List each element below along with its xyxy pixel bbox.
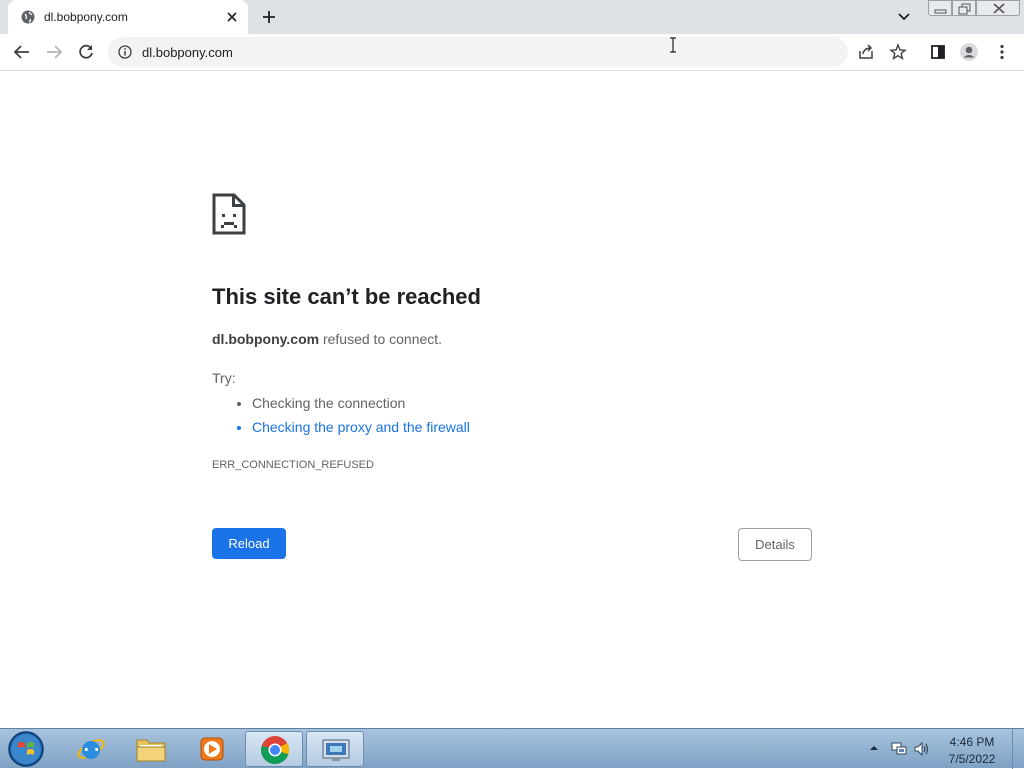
error-message: dl.bobpony.com refused to connect. — [212, 331, 442, 347]
folder-icon — [136, 739, 166, 762]
text-cursor-icon — [670, 37, 676, 53]
sad-page-icon — [212, 193, 246, 235]
suggestion-check-proxy-link[interactable]: Checking the proxy and the firewall — [252, 417, 470, 441]
taskbar-internet-explorer[interactable] — [62, 731, 120, 767]
globe-icon — [21, 10, 35, 24]
info-icon[interactable] — [118, 45, 132, 59]
taskbar-file-explorer[interactable] — [122, 731, 180, 767]
suggestion-list: Checking the connection Checking the pro… — [212, 393, 470, 441]
taskbar-chrome[interactable] — [245, 731, 303, 767]
clock-date[interactable]: 7/5/2022 — [940, 752, 1004, 766]
media-player-icon — [200, 737, 224, 761]
tray-expand-icon[interactable] — [869, 743, 879, 753]
network-icon[interactable] — [890, 741, 908, 757]
minimize-button[interactable] — [928, 0, 952, 16]
internet-explorer-icon — [77, 739, 105, 759]
taskbar: 4:46 PM 7/5/2022 — [0, 728, 1024, 769]
reload-button[interactable]: Reload — [212, 528, 286, 559]
taskbar-remote-desktop[interactable] — [306, 731, 364, 767]
taskbar-media-player[interactable] — [183, 731, 241, 767]
new-tab-plus-icon[interactable] — [260, 8, 278, 26]
volume-icon[interactable] — [913, 741, 931, 757]
side-panel-icon[interactable] — [928, 42, 948, 62]
url-text: dl.bobpony.com — [142, 45, 233, 60]
chevron-down-icon[interactable] — [896, 10, 912, 24]
details-button[interactable]: Details — [738, 528, 812, 561]
browser-tab[interactable]: dl.bobpony.com — [8, 0, 248, 34]
close-window-button[interactable] — [976, 0, 1020, 16]
restore-button[interactable] — [952, 0, 976, 16]
reload-icon[interactable] — [76, 42, 96, 62]
error-message-suffix: refused to connect. — [319, 331, 443, 347]
show-desktop-button[interactable] — [1012, 729, 1024, 769]
chrome-icon — [261, 736, 289, 764]
suggestion-check-connection: Checking the connection — [252, 393, 470, 417]
tab-strip: dl.bobpony.com — [0, 0, 1024, 34]
share-icon[interactable] — [856, 42, 876, 62]
profile-avatar-icon[interactable] — [959, 42, 979, 62]
monitor-icon — [322, 739, 350, 761]
error-title: This site can’t be reached — [212, 284, 481, 309]
error-host: dl.bobpony.com — [212, 331, 320, 347]
tab-title: dl.bobpony.com — [44, 10, 128, 24]
minimize-icon — [934, 9, 947, 14]
bookmark-star-icon[interactable] — [888, 42, 908, 62]
close-window-icon — [993, 3, 1005, 14]
restore-icon — [958, 3, 971, 15]
close-icon[interactable] — [224, 9, 240, 25]
kebab-menu-icon[interactable] — [992, 42, 1012, 62]
try-label: Try: — [212, 370, 236, 386]
clock-time[interactable]: 4:46 PM — [940, 735, 1004, 749]
back-arrow-icon[interactable] — [12, 42, 32, 62]
address-bar[interactable]: dl.bobpony.com — [108, 37, 848, 67]
error-code: ERR_CONNECTION_REFUSED — [212, 459, 374, 471]
browser-toolbar: dl.bobpony.com — [0, 34, 1024, 71]
forward-arrow-icon[interactable] — [44, 42, 64, 62]
windows-start-icon[interactable] — [7, 730, 45, 768]
